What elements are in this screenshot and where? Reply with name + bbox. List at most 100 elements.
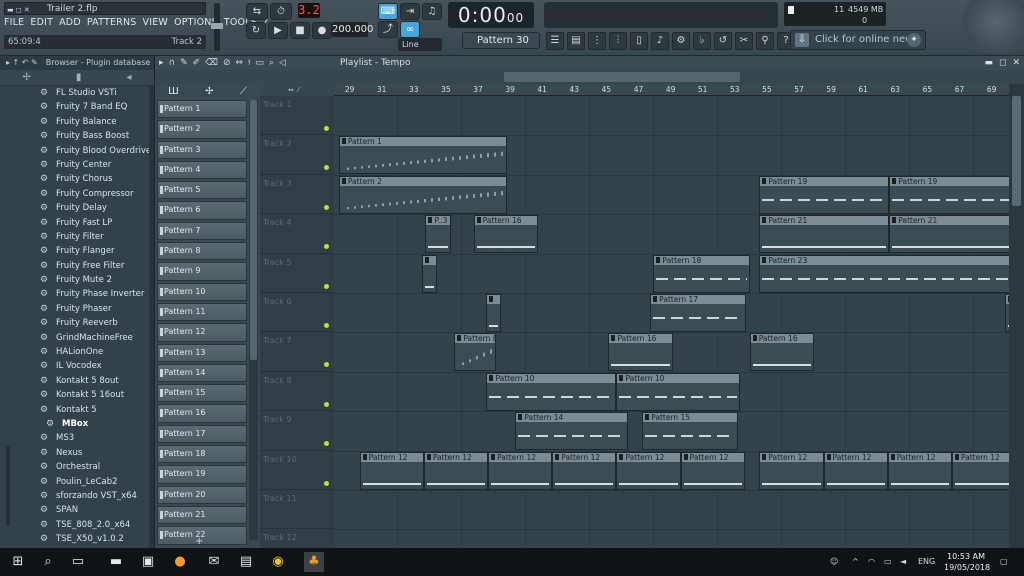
track-header[interactable]: Track 2 [260, 135, 334, 175]
task-view-icon[interactable]: ▭ [68, 552, 88, 572]
tempo-display[interactable]: 200.000 [332, 22, 373, 37]
track-header[interactable]: Track 6 [260, 293, 334, 333]
plugin-item[interactable]: ⚙ sforzando VST_x64 [0, 489, 155, 503]
pattern-clip[interactable]: Pattern 8 [454, 333, 497, 372]
pattern-draw-icon[interactable]: ⟋ [240, 86, 247, 97]
add-pattern-icon[interactable]: + [195, 536, 203, 547]
pattern-clip[interactable]: Pattern 16 [473, 215, 538, 254]
audio-icon[interactable]: ♭ [693, 32, 711, 50]
plugin-item[interactable]: ⚙ Fruity Free Filter [0, 259, 155, 273]
zoom-icon[interactable]: ⌕ [269, 56, 274, 70]
record-button[interactable]: ● [312, 22, 332, 39]
pattern-item[interactable]: Pattern 2 [157, 120, 247, 139]
browser-add-icon[interactable]: ✢ [23, 72, 31, 83]
pattern-item[interactable]: Pattern 15 [157, 384, 247, 403]
pattern-clip[interactable]: Pattern 21 [759, 215, 890, 254]
minimize-icon[interactable]: ▬ [984, 56, 993, 70]
track-header[interactable]: Track 4 [260, 214, 334, 254]
slip-icon[interactable]: ⇔ [236, 56, 244, 70]
link-icon[interactable]: ∞ [400, 21, 420, 38]
menu-item[interactable]: VIEW [143, 17, 169, 31]
pattern-song-toggle[interactable]: ⇆ [246, 3, 268, 20]
maximize-icon[interactable]: ◻ [999, 56, 1006, 70]
undo-icon[interactable]: ↺ [714, 32, 732, 50]
pattern-clip[interactable]: Pattern 18 [653, 254, 750, 293]
plugins-icon[interactable]: ⚙ [672, 32, 690, 50]
fl-studio-icon[interactable]: ♣ [304, 552, 324, 572]
track-mute-led[interactable] [324, 126, 329, 131]
plugin-item[interactable]: ⚙ Kontakt 5 16out [0, 388, 155, 402]
plugin-item[interactable]: ⚙ TSE_808_2.0_x64 [0, 518, 155, 532]
browser-icon[interactable]: ♪ [651, 32, 669, 50]
plugin-item[interactable]: ⚙ Fruity Phaser [0, 302, 155, 316]
channel-rack-icon[interactable]: ⋮ [588, 32, 606, 50]
menu-item[interactable]: PATTERNS [87, 17, 137, 31]
track-header[interactable]: Track 5 [260, 254, 334, 293]
track-mute-led[interactable] [324, 165, 329, 171]
horizontal-scrollbar[interactable] [504, 72, 740, 82]
track-header[interactable]: Track 8 [260, 372, 334, 412]
pattern-item[interactable]: Pattern 9 [157, 262, 247, 281]
pattern-clip[interactable]: Pattern 12 [823, 451, 888, 490]
pattern-item[interactable]: Pattern 17 [157, 424, 247, 444]
volume-icon[interactable]: ◄ [900, 548, 906, 576]
track-mute-led[interactable] [324, 323, 329, 328]
playlist-icon[interactable]: ☰ [546, 32, 564, 50]
vertical-scrollbar[interactable] [1009, 84, 1024, 548]
plugin-item[interactable]: ⚙ Fruity Filter [0, 230, 155, 244]
pattern-item[interactable]: Pattern 12 [157, 323, 247, 342]
plugin-item[interactable]: ⚙ Fruity Bass Boost [0, 129, 155, 143]
pattern-item[interactable]: Pattern 1 [157, 100, 247, 119]
browser-file-icon[interactable]: ▮ [76, 72, 82, 83]
plugin-item[interactable]: ⚙ Fruity Reeverb [0, 316, 155, 330]
browser-nav-icons[interactable]: ▸ ↑ ↶ ✎ [6, 56, 38, 70]
pattern-clip[interactable]: Pattern 19 [759, 175, 890, 214]
pattern-item[interactable]: Pattern 20 [157, 485, 247, 504]
track-mute-led[interactable] [324, 204, 329, 210]
curve-icon[interactable]: ⤴ [378, 21, 398, 38]
plugin-item[interactable]: ⚙ Fruity Phase Inverter [0, 287, 155, 301]
pattern-view-icon[interactable]: Ш [168, 86, 179, 97]
pattern-item[interactable]: Pattern 3 [157, 140, 247, 159]
pattern-clip[interactable]: Pattern 12 [423, 451, 489, 490]
pattern-clip[interactable] [486, 294, 501, 332]
track-mute-led[interactable] [324, 480, 329, 486]
blend-notes-icon[interactable]: ♫ [422, 3, 442, 20]
browser-speaker-icon[interactable]: ◂ [126, 72, 131, 83]
pattern-item[interactable]: Pattern 7 [157, 221, 247, 241]
pattern-clip[interactable]: Pattern 15 [642, 412, 739, 451]
pattern-clip[interactable]: Pattern 19 [889, 175, 1009, 214]
plugin-item[interactable]: ⚙ Fruity Delay [0, 201, 155, 215]
plugin-item[interactable]: ⚙ Nexus [0, 446, 155, 460]
plugin-item[interactable]: ⚙ Fruity Chorus [0, 172, 155, 186]
pattern-clip[interactable]: P..3 [425, 215, 452, 254]
plugin-item[interactable]: ⚙ MBox [0, 417, 155, 431]
pattern-clip[interactable] [422, 254, 437, 293]
pattern-clip[interactable]: Pattern 16 [608, 333, 673, 372]
pattern-scrollbar[interactable] [249, 100, 258, 540]
pattern-clip[interactable]: Pattern 12 [951, 451, 1009, 490]
plugin-item[interactable]: ⚙ Fruity Fast LP [0, 216, 155, 230]
pattern-item[interactable]: Pattern 8 [157, 242, 247, 261]
rec-metronome-icon[interactable]: ⏱ [270, 3, 292, 20]
track-mute-led[interactable] [324, 401, 329, 407]
plugin-item[interactable]: ⚙ Fruity Flanger [0, 244, 155, 258]
pattern-clip[interactable]: Pattern 12 [680, 451, 745, 490]
pattern-clip[interactable]: Pattern 10 [486, 372, 617, 411]
pattern-clip[interactable]: Pattern 23 [759, 254, 1009, 293]
pattern-clip[interactable]: Pattern 10 [616, 372, 741, 411]
cut-icon[interactable]: ✂ [735, 32, 753, 50]
master-volume-slider[interactable] [211, 3, 223, 51]
pattern-item[interactable]: Pattern 16 [157, 404, 247, 423]
pattern-clip[interactable]: Pattern 2 [338, 175, 508, 214]
delete-icon[interactable]: ⌫ [205, 56, 218, 70]
track-header[interactable]: Track 7 [260, 332, 334, 372]
piano-roll-icon[interactable]: ▤ [567, 32, 585, 50]
pattern-clip[interactable]: Pattern 12 [359, 451, 424, 490]
pattern-item[interactable]: Pattern 13 [157, 343, 247, 362]
plugin-item[interactable]: ⚙ FL Studio VSTi [0, 86, 155, 100]
store-icon[interactable]: ▣ [138, 552, 158, 572]
pattern-item[interactable]: Pattern 6 [157, 201, 247, 220]
plugin-item[interactable]: ⚙ Fruity Mute 2 [0, 273, 155, 287]
battery-icon[interactable]: ▭ [884, 548, 892, 576]
